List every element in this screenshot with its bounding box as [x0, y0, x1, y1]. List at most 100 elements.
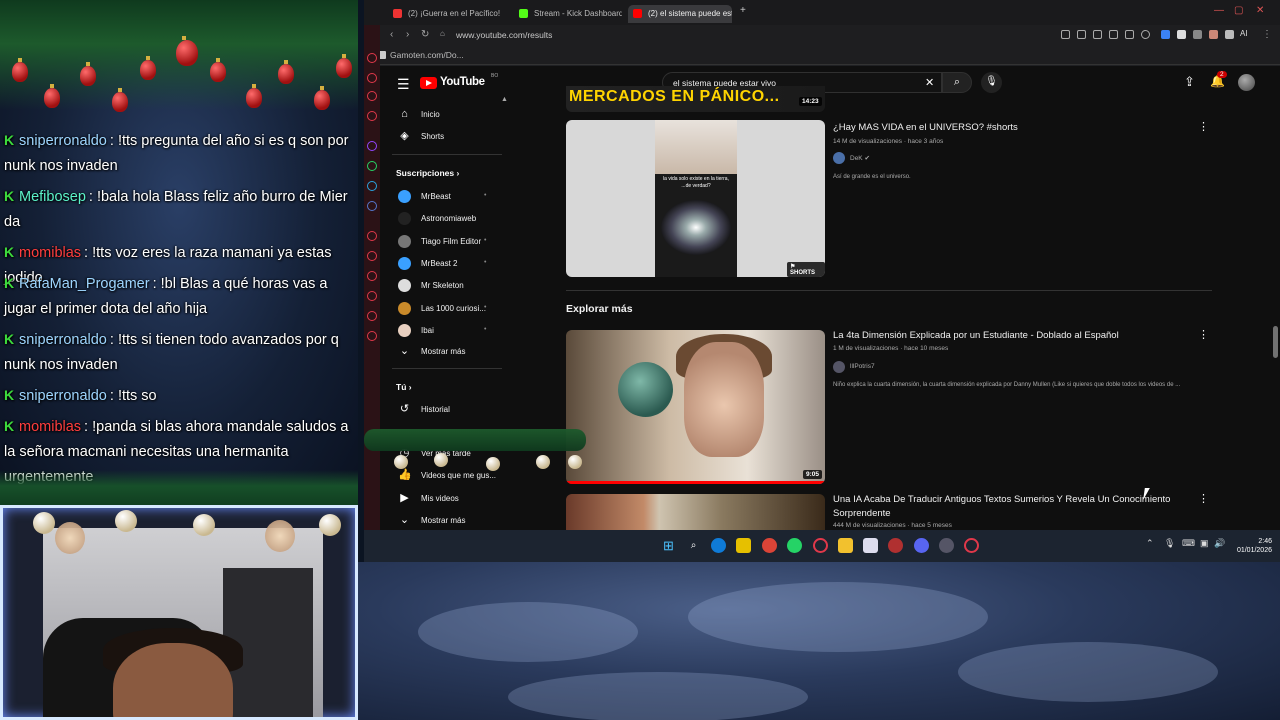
- windows-start-icon[interactable]: ⊞: [661, 538, 676, 553]
- forward-icon[interactable]: ›: [406, 29, 409, 40]
- url-field[interactable]: www.youtube.com/results: [456, 30, 552, 40]
- explore-more-heading: Explorar más: [566, 303, 633, 315]
- bookmark-gamoten[interactable]: Gamoten.com/Do...: [390, 50, 464, 60]
- tab-kick-dashboard[interactable]: Stream - Kick Dashboard: [514, 5, 622, 23]
- sidebar-item-subscription[interactable]: Astronomiaweb: [380, 209, 515, 229]
- new-tab-button[interactable]: +: [740, 5, 746, 16]
- ornament-icon: [210, 58, 226, 82]
- volume-icon[interactable]: 🔊: [1214, 538, 1225, 549]
- obs-icon[interactable]: [888, 538, 903, 553]
- extension-icon[interactable]: [1125, 30, 1134, 39]
- chevron-up-icon[interactable]: ⌃: [1146, 538, 1154, 549]
- download-icon[interactable]: [1225, 30, 1234, 39]
- shield-icon[interactable]: [1109, 30, 1118, 39]
- zoom-icon[interactable]: [1061, 30, 1070, 39]
- heart-icon[interactable]: [1141, 30, 1150, 39]
- sidebar-app-icon[interactable]: [367, 311, 377, 321]
- ai-button[interactable]: AI: [1240, 29, 1248, 38]
- home-icon[interactable]: ⌂: [440, 29, 445, 38]
- extension-icon[interactable]: [1161, 30, 1170, 39]
- scrollbar[interactable]: [1273, 106, 1278, 530]
- bookmark-icon[interactable]: [1077, 30, 1086, 39]
- reload-icon[interactable]: ↻: [421, 29, 429, 40]
- sidebar-app-icon[interactable]: [367, 91, 377, 101]
- video-title[interactable]: ¿Hay MAS VIDA en el UNIVERSO? #shorts: [833, 121, 1193, 135]
- network-icon[interactable]: ▣: [1200, 538, 1209, 549]
- clear-search-icon[interactable]: ✕: [925, 76, 934, 89]
- shorts-thumbnail[interactable]: la vida solo existe en la tierra, ...de …: [566, 120, 825, 277]
- sidebar-item-subscription[interactable]: MrBeast •: [380, 187, 515, 207]
- video-thumbnail[interactable]: 9:05: [566, 330, 825, 484]
- profile-icon[interactable]: [1209, 30, 1218, 39]
- sidebar-item-history[interactable]: ↺ Historial: [380, 400, 515, 420]
- opera-gx-icon[interactable]: [964, 538, 979, 553]
- tab-guerra[interactable]: (2) ¡Guerra en el Pacífico!: [388, 5, 506, 23]
- tab-youtube-search[interactable]: (2) el sistema puede estar: [628, 5, 732, 23]
- screenshot-icon[interactable]: [1093, 30, 1102, 39]
- you-heading[interactable]: Tú ›: [396, 382, 412, 392]
- sidebar-item-chevron-down[interactable]: ⌄ Mostrar más: [380, 511, 515, 530]
- home-icon: ⌂: [401, 108, 408, 120]
- sidebar-app-icon[interactable]: [367, 251, 377, 261]
- search-button[interactable]: ⌕: [942, 72, 972, 93]
- twitch-icon[interactable]: [367, 141, 377, 151]
- video-thumbnail[interactable]: MERCADOS EN PÁNICO... 14:23: [566, 86, 825, 112]
- sidebar-item-subscription[interactable]: MrBeast 2 •: [380, 254, 515, 274]
- minimize-icon[interactable]: —: [1214, 5, 1224, 16]
- sidebar-app-icon[interactable]: [367, 73, 377, 83]
- clock[interactable]: 2:46 01/01/2026: [1232, 537, 1272, 555]
- extension-icon[interactable]: [1177, 30, 1186, 39]
- close-icon[interactable]: ✕: [1256, 5, 1264, 16]
- whatsapp-icon[interactable]: [367, 161, 377, 171]
- subscriptions-heading[interactable]: Suscripciones ›: [396, 168, 459, 178]
- show-more-subscriptions[interactable]: ⌄ Mostrar más: [380, 342, 515, 362]
- maximize-icon[interactable]: ▢: [1234, 5, 1243, 16]
- sidebar-item-my-videos[interactable]: ▶ Mis videos: [380, 489, 515, 509]
- sidebar-app-icon[interactable]: [367, 53, 377, 63]
- sidebar-app-icon[interactable]: [367, 231, 377, 241]
- history-icon[interactable]: [367, 271, 377, 281]
- sidebar-item-subscription[interactable]: Las 1000 curiosi... •: [380, 299, 515, 319]
- voice-search-button[interactable]: 🎙: [981, 72, 1002, 93]
- sidebar-item-inicio[interactable]: ⌂ Inicio: [380, 105, 515, 125]
- video-thumbnail[interactable]: [566, 494, 825, 530]
- menu-icon[interactable]: ⋮: [1262, 29, 1272, 40]
- youtube-header: ☰ YouTube BO el sistema puede estar vivo…: [380, 66, 1280, 100]
- extension-icon[interactable]: [1193, 30, 1202, 39]
- back-icon[interactable]: ‹: [390, 29, 393, 40]
- sidebar-item-subscription[interactable]: Tiago Film Editor •: [380, 232, 515, 252]
- settings-icon[interactable]: [367, 331, 377, 341]
- sticky-notes-icon[interactable]: [736, 538, 751, 553]
- scroll-up-icon[interactable]: ▲: [501, 96, 508, 103]
- sidebar-app-icon[interactable]: [367, 111, 377, 121]
- download-icon[interactable]: [367, 291, 377, 301]
- sidebar-item-subscription[interactable]: Mr Skeleton: [380, 276, 515, 296]
- more-options-icon[interactable]: ⋮: [1198, 492, 1209, 505]
- video-title[interactable]: Una IA Acaba De Traducir Antiguos Textos…: [833, 493, 1193, 521]
- sidebar-app-icon[interactable]: [367, 201, 377, 211]
- search-icon[interactable]: ⌕: [686, 538, 701, 553]
- chevron-down-icon: ⌄: [399, 514, 410, 526]
- video-title[interactable]: La 4ta Dimensión Explicada por un Estudi…: [833, 329, 1193, 343]
- chrome-icon[interactable]: [762, 538, 777, 553]
- edge-icon[interactable]: [711, 538, 726, 553]
- sidebar-item-subscription[interactable]: Ibai •: [380, 321, 515, 341]
- microphone-icon[interactable]: 🎙: [1164, 538, 1175, 549]
- whatsapp-icon[interactable]: [787, 538, 802, 553]
- discord-icon[interactable]: [914, 538, 929, 553]
- keyboard-icon[interactable]: ⌨: [1182, 538, 1195, 549]
- upload-icon[interactable]: ⇪: [1184, 74, 1195, 90]
- store-icon[interactable]: [863, 538, 878, 553]
- telegram-icon[interactable]: [367, 181, 377, 191]
- ornament-icon: [80, 62, 96, 86]
- more-options-icon[interactable]: ⋮: [1198, 120, 1209, 133]
- file-explorer-icon[interactable]: [838, 538, 853, 553]
- avatar[interactable]: [1238, 74, 1255, 91]
- opera-icon[interactable]: [813, 538, 828, 553]
- sidebar-item-shorts[interactable]: ◈ Shorts: [380, 127, 515, 147]
- hamburger-menu-icon[interactable]: ☰: [397, 76, 410, 93]
- verified-icon: ✔: [864, 155, 870, 162]
- ornament-icon: [33, 512, 55, 534]
- steam-icon[interactable]: [939, 538, 954, 553]
- more-options-icon[interactable]: ⋮: [1198, 328, 1209, 341]
